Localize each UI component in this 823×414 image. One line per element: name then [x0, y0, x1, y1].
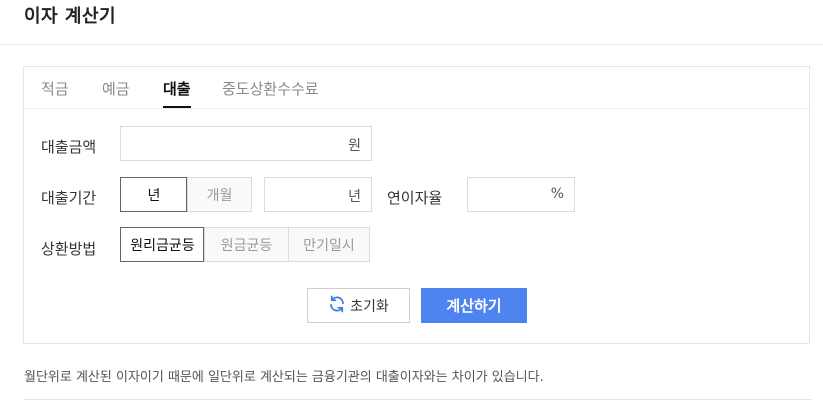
repayment-method-toggle: 원리금균등 원금균등 만기일시: [120, 227, 370, 262]
method-equal-payment[interactable]: 원리금균등: [121, 228, 204, 261]
period-unit-month[interactable]: 개월: [187, 178, 251, 211]
refresh-icon: [328, 295, 346, 317]
page-title: 이자 계산기: [24, 6, 117, 27]
reset-button[interactable]: 초기화: [307, 288, 410, 323]
tab-prepayment-fee[interactable]: 중도상환수수료: [222, 78, 319, 99]
loan-period-label: 대출기간: [41, 189, 97, 207]
tab-bar: 적금 예금 대출 중도상환수수료: [24, 67, 809, 109]
interest-rate-unit: %: [550, 186, 564, 202]
loan-amount-unit: 원: [348, 138, 361, 154]
loan-period-unit: 년: [348, 189, 361, 205]
disclaimer-note: 월단위로 계산된 이자이기 때문에 일단위로 계산되는 금융기관의 대출이자와는…: [24, 370, 544, 385]
loan-amount-field[interactable]: 원: [120, 126, 372, 161]
reset-button-label: 초기화: [350, 298, 389, 315]
tab-savings[interactable]: 적금: [41, 78, 69, 99]
loan-amount-label: 대출금액: [41, 138, 97, 156]
repayment-method-label: 상환방법: [41, 240, 97, 258]
interest-rate-field[interactable]: %: [467, 177, 575, 212]
period-unit-year[interactable]: 년: [121, 178, 187, 211]
tab-deposit[interactable]: 예금: [102, 78, 130, 99]
method-equal-principal[interactable]: 원금균등: [204, 228, 288, 261]
method-bullet[interactable]: 만기일시: [288, 228, 369, 261]
tab-loan[interactable]: 대출: [163, 78, 191, 108]
period-unit-toggle: 년 개월: [120, 177, 252, 212]
title-divider: [0, 44, 823, 45]
bottom-divider: [24, 399, 811, 400]
calculator-card: 적금 예금 대출 중도상환수수료 대출금액 원 대출기간 년 개월 년 연이자율…: [23, 66, 810, 344]
calculate-button[interactable]: 계산하기: [421, 288, 527, 323]
loan-period-field[interactable]: 년: [264, 177, 372, 212]
interest-rate-label: 연이자율: [387, 189, 443, 207]
loan-amount-input[interactable]: [121, 127, 371, 160]
